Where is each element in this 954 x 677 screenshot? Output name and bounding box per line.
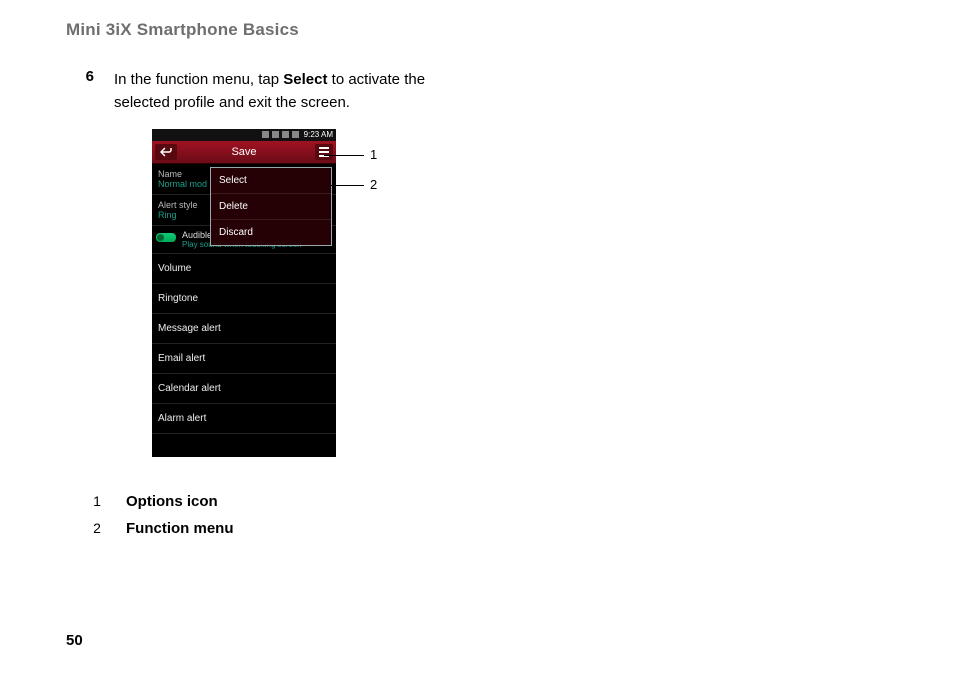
list-item[interactable]: Alarm alert	[152, 404, 336, 434]
back-arrow-icon	[160, 147, 172, 157]
menu-item-delete[interactable]: Delete	[211, 194, 331, 220]
function-menu: Select Delete Discard	[210, 167, 332, 246]
step-text-pre: In the function menu, tap	[114, 71, 283, 88]
signal-icon	[282, 131, 289, 138]
legend-number: 1	[68, 493, 126, 509]
phone-screenshot: 9:23 AM Save Name Normal mod	[152, 129, 336, 457]
status-bar-icon	[272, 131, 279, 138]
battery-icon	[292, 131, 299, 138]
title-bar: Save	[152, 141, 336, 164]
legend-row: 1 Options icon	[68, 493, 894, 510]
list-item[interactable]: Volume	[152, 254, 336, 284]
menu-item-select[interactable]: Select	[211, 168, 331, 194]
page-title: Mini 3iX Smartphone Basics	[66, 20, 894, 40]
toggle-switch[interactable]	[156, 233, 176, 242]
screenshot-wrapper: 9:23 AM Save Name Normal mod	[152, 129, 432, 457]
callout-legend: 1 Options icon 2 Function menu	[68, 493, 894, 537]
list-item[interactable]: Ringtone	[152, 284, 336, 314]
status-bar-icon	[262, 131, 269, 138]
manual-page: Mini 3iX Smartphone Basics 6 In the func…	[0, 0, 954, 677]
page-number: 50	[66, 632, 83, 649]
step-text-bold: Select	[283, 71, 327, 88]
legend-number: 2	[68, 520, 126, 536]
list-item[interactable]: Calendar alert	[152, 374, 336, 404]
legend-text: Options icon	[126, 493, 218, 510]
step-text: In the function menu, tap Select to acti…	[114, 68, 444, 115]
legend-row: 2 Function menu	[68, 520, 894, 537]
titlebar-label: Save	[152, 146, 336, 158]
callout-line-2	[330, 185, 364, 186]
status-time: 9:23 AM	[304, 130, 333, 139]
list-item[interactable]: Message alert	[152, 314, 336, 344]
callout-line-1	[324, 155, 364, 156]
legend-text: Function menu	[126, 520, 234, 537]
status-bar: 9:23 AM	[152, 129, 336, 141]
options-button[interactable]	[315, 144, 333, 160]
callout-number-2: 2	[370, 177, 377, 192]
menu-item-discard[interactable]: Discard	[211, 220, 331, 245]
back-button[interactable]	[155, 144, 177, 160]
list-item[interactable]: Email alert	[152, 344, 336, 374]
step-number: 6	[66, 68, 114, 85]
instruction-step: 6 In the function menu, tap Select to ac…	[66, 68, 894, 115]
callout-number-1: 1	[370, 147, 377, 162]
